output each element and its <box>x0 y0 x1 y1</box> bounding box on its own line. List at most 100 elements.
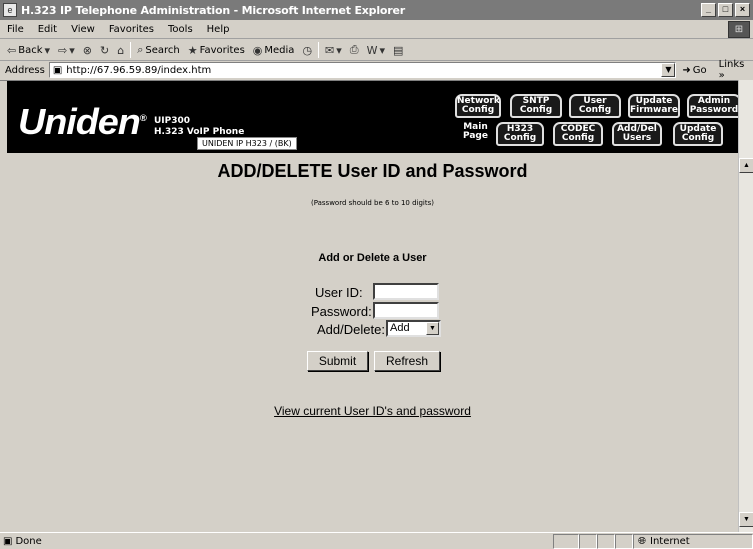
windows-logo-icon: ⊞ <box>728 21 750 38</box>
history-icon: ◷ <box>302 43 313 57</box>
nav-label-2: Config <box>561 133 595 143</box>
toolbar-divider <box>318 42 320 58</box>
nav-sntp-config[interactable]: SNTP Config <box>510 94 562 118</box>
device-label: UNIDEN IP H323 / (BK) <box>197 137 297 150</box>
forward-arrow-icon: ⇨ <box>58 43 68 57</box>
notepad-icon: ▤ <box>393 43 404 57</box>
menu-file[interactable]: File <box>0 24 31 35</box>
links-button[interactable]: Links » <box>719 59 753 81</box>
word-icon: W <box>366 43 378 57</box>
back-arrow-icon: ⇦ <box>7 43 17 57</box>
model-name: UIP300 <box>154 116 191 126</box>
nav-label-2: Password <box>689 105 739 115</box>
edit-button[interactable]: W ▾ <box>363 44 389 57</box>
nav-h323-config[interactable]: H323 Config <box>496 122 544 146</box>
print-icon: ⎙ <box>349 43 359 56</box>
section-title: Add or Delete a User <box>318 252 427 264</box>
media-label: Media <box>264 44 295 56</box>
chevron-down-icon: ▾ <box>336 43 342 57</box>
status-bar: ▣ Done 🌐︎ Internet <box>0 532 753 549</box>
product-info: UIP300 H.323 VoIP Phone <box>154 116 244 138</box>
status-pane <box>553 534 579 549</box>
media-button[interactable]: ◉ Media <box>249 44 299 57</box>
nav-add-del-users[interactable]: Add/Del Users <box>612 122 662 146</box>
search-icon: ⌕ <box>137 43 144 56</box>
vertical-scrollbar[interactable]: ▲ ▼ <box>738 80 753 532</box>
go-label: Go <box>692 64 707 76</box>
forward-button[interactable]: ⇨ ▾ <box>54 44 79 57</box>
nav-label-2: Users <box>622 133 652 143</box>
nav-update-config[interactable]: Update Config <box>673 122 723 146</box>
menu-view[interactable]: View <box>64 24 102 35</box>
nav-label-2: Config <box>503 133 537 143</box>
scroll-up-arrow-icon[interactable]: ▲ <box>739 158 753 173</box>
go-button[interactable]: ➜ Go <box>682 65 706 76</box>
nav-network-config[interactable]: Network Config <box>455 94 501 118</box>
favorites-icon: ★ <box>187 43 198 57</box>
nav-codec-config[interactable]: CODEC Config <box>553 122 603 146</box>
password-hint: (Password should be 6 to 10 digits) <box>310 199 434 207</box>
discuss-button[interactable]: ▤ <box>389 44 407 57</box>
nav-label-2: Config <box>519 105 553 115</box>
stop-button[interactable]: ⊗ <box>79 44 96 57</box>
globe-icon: 🌐︎ <box>638 536 646 547</box>
header-banner: Uniden® UIP300 H.323 VoIP Phone UNIDEN I… <box>7 81 746 153</box>
address-input[interactable]: ▣ http://67.96.59.89/index.htm ▼ <box>48 62 677 78</box>
mail-button[interactable]: ✉ ▾ <box>321 44 346 57</box>
minimize-button[interactable]: _ <box>701 3 716 17</box>
page-icon: ▣ <box>52 64 63 76</box>
status-text: Done <box>15 535 42 547</box>
menu-help[interactable]: Help <box>200 24 237 35</box>
menu-edit[interactable]: Edit <box>31 24 64 35</box>
print-button[interactable]: ⎙ <box>346 43 363 57</box>
nav-user-config[interactable]: User Config <box>569 94 621 118</box>
password-input[interactable] <box>373 302 439 319</box>
chevron-down-icon: ▾ <box>44 43 51 57</box>
view-users-link[interactable]: View current User ID's and password <box>0 404 745 418</box>
main-page-line2: Page <box>463 131 488 141</box>
media-icon: ◉ <box>252 43 263 57</box>
logo-text: Uniden <box>17 101 141 142</box>
status-pane <box>579 534 597 549</box>
stop-icon: ⊗ <box>82 43 92 57</box>
close-button[interactable]: × <box>735 3 750 17</box>
nav-admin-password[interactable]: Admin Password <box>687 94 741 118</box>
history-button[interactable]: ◷ <box>298 44 316 57</box>
address-url: http://67.96.59.89/index.htm <box>66 64 212 76</box>
user-id-input[interactable] <box>373 283 439 300</box>
add-delete-value: Add <box>390 322 410 334</box>
user-id-label: User ID: <box>315 285 363 300</box>
address-bar: Address ▣ http://67.96.59.89/index.htm ▼… <box>0 59 753 81</box>
chevron-down-icon: ▾ <box>69 43 75 57</box>
status-pane <box>615 534 633 549</box>
uniden-logo: Uniden® <box>17 101 147 142</box>
address-label: Address <box>5 64 45 76</box>
refresh-button[interactable]: Refresh <box>374 351 440 371</box>
status-pane <box>597 534 615 549</box>
nav-label-2: Config <box>578 105 612 115</box>
scroll-down-arrow-icon[interactable]: ▼ <box>739 512 753 527</box>
menu-tools[interactable]: Tools <box>161 24 200 35</box>
favorites-button[interactable]: ★ Favorites <box>184 44 249 57</box>
home-icon: ⌂ <box>117 43 125 57</box>
refresh-icon: ↻ <box>100 43 110 57</box>
maximize-button[interactable]: □ <box>718 3 733 17</box>
menu-favorites[interactable]: Favorites <box>102 24 161 35</box>
refresh-browser-button[interactable]: ↻ <box>96 44 113 57</box>
mail-icon: ✉ <box>325 43 335 57</box>
search-button[interactable]: ⌕ Search <box>133 43 184 57</box>
submit-button[interactable]: Submit <box>307 351 368 371</box>
go-icon: ➜ <box>682 64 691 76</box>
password-label: Password: <box>311 304 372 319</box>
toolbar: ⇦ Back ▾ ⇨ ▾ ⊗ ↻ ⌂ ⌕ Search ★ Favorites ◉ Medi… <box>0 40 753 61</box>
nav-update-firmware[interactable]: Update Firmware <box>628 94 680 118</box>
toolbar-divider <box>130 42 132 58</box>
address-dropdown-button[interactable]: ▼ <box>661 63 676 77</box>
main-page-link[interactable]: Main Page <box>463 123 488 141</box>
back-button[interactable]: ⇦ Back ▾ <box>3 44 54 57</box>
chevron-down-icon: ▾ <box>379 43 386 57</box>
add-delete-select[interactable]: Add ▼ <box>386 320 441 337</box>
home-button[interactable]: ⌂ <box>113 44 128 57</box>
page-done-icon: ▣ <box>3 535 13 547</box>
page-title: ADD/DELETE User ID and Password <box>217 161 528 181</box>
